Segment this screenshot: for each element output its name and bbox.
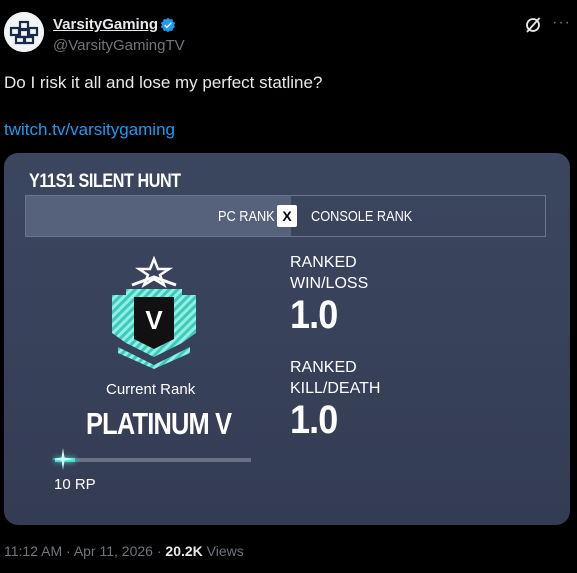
tweet-link[interactable]: twitch.tv/varsitygaming [4,120,175,140]
tab-pc-rank: PC RANK [26,196,291,236]
views-label: Views [206,543,244,559]
platinum-rank-emblem-icon: V [112,255,196,369]
rank-name: PLATINUM V [86,406,232,441]
more-icon[interactable]: ··· [552,14,571,32]
current-rank-label: Current Rank [106,381,196,398]
avatar[interactable] [4,12,44,52]
tab-pc-rank-label: PC RANK [218,208,275,225]
rank-letter: V [145,305,163,335]
views-count: 20.2K [165,543,203,559]
sparkle-icon [52,448,74,470]
winloss-value: 1.0 [290,293,338,337]
grok-icon[interactable] [524,16,542,34]
kd-value: 1.0 [290,398,338,442]
rp-progress-bar [55,458,251,462]
tab-divider-x: X [277,205,297,227]
winloss-label-2: WIN/LOSS [290,275,369,292]
rank-tabs: PC RANK X CONSOLE RANK [25,195,546,237]
tab-console-rank-label: CONSOLE RANK [311,208,413,225]
season-title: Y11S1 SILENT HUNT [29,171,181,192]
winloss-label-1: RANKED [290,254,357,271]
tweet-date[interactable]: Apr 11, 2026 [74,543,153,559]
kd-label-2: KILL/DEATH [290,380,381,397]
rp-value: 10 RP [54,476,96,493]
user-handle[interactable]: @VarsityGamingTV [53,37,185,54]
display-name[interactable]: VarsityGaming [53,16,158,33]
tweet-meta: 11:12 AM · Apr 11, 2026 · 20.2K Views [4,543,244,559]
tweet-time[interactable]: 11:12 AM [4,543,62,559]
meta-separator-2: · [156,543,162,559]
tweet-text: Do I risk it all and lose my perfect sta… [4,73,323,92]
kd-label-1: RANKED [290,359,357,376]
rank-card-image[interactable]: Y11S1 SILENT HUNT PC RANK X CONSOLE RANK… [4,153,570,525]
varsity-gaming-logo [4,12,44,52]
verified-badge-icon [160,17,176,33]
meta-separator: · [66,543,71,559]
